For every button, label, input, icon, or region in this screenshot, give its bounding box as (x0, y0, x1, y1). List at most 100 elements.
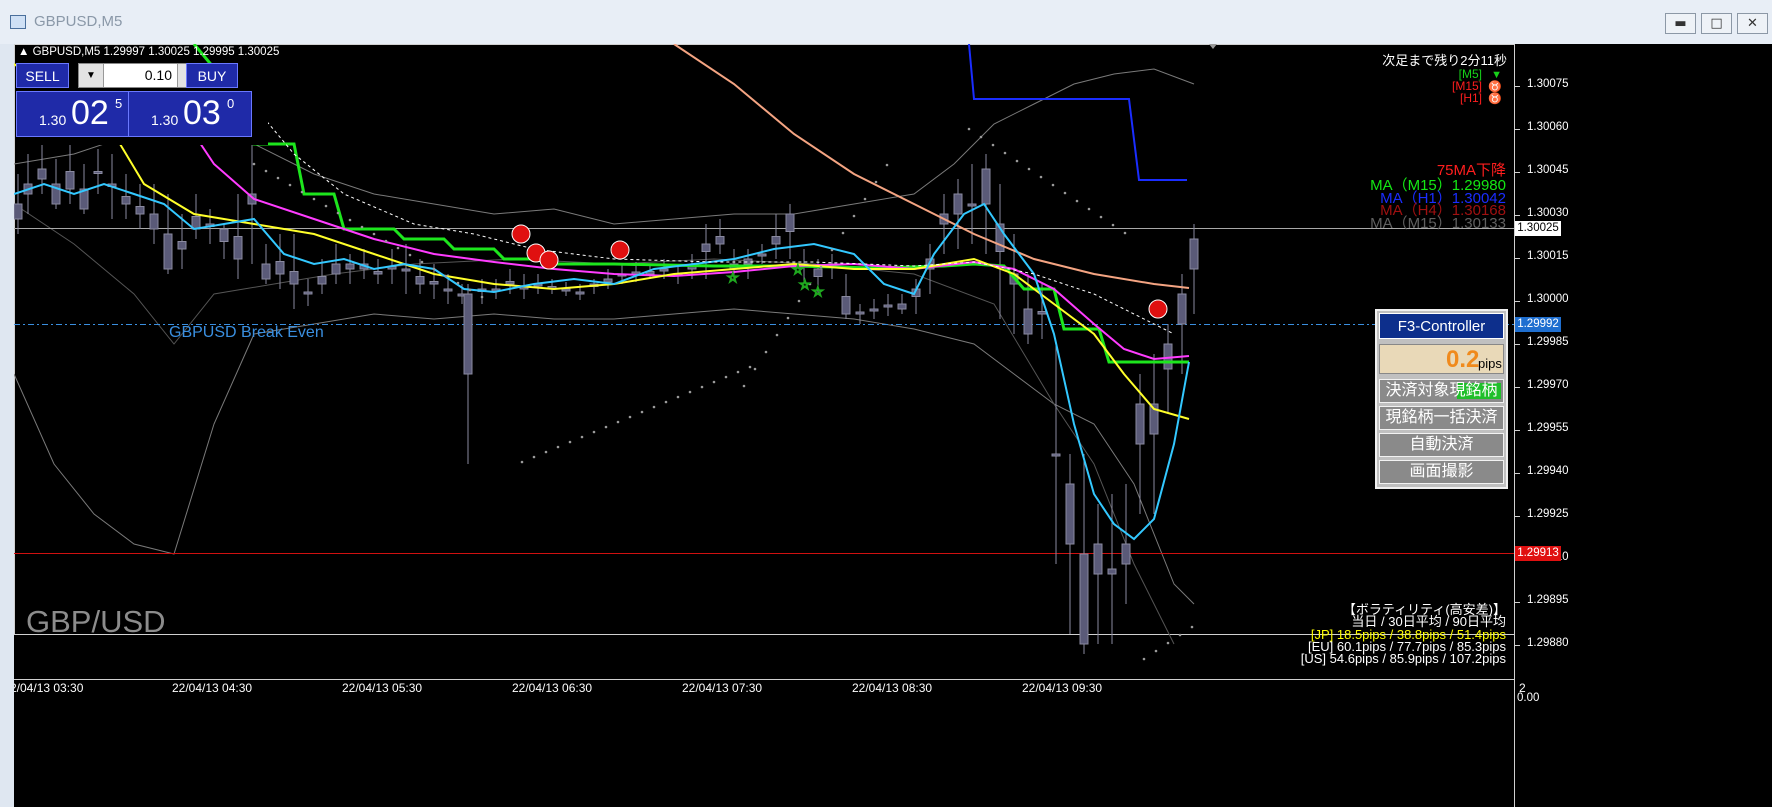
candle-body (415, 276, 425, 285)
f3-pips-value: 0.2 (1446, 346, 1480, 373)
sar-dot (874, 180, 878, 184)
sar-dot (676, 395, 680, 399)
sell-price-prefix: 1.30 (39, 112, 67, 128)
time-axis-right-label: 2 (1519, 681, 1526, 695)
sar-dot (556, 445, 560, 449)
candle-body (1121, 543, 1131, 565)
sar-dot (1039, 175, 1043, 179)
red-level-price-tag: 1.29913 (1515, 546, 1561, 561)
sar-dot (775, 333, 779, 337)
close-all-symbol-button[interactable]: 現銘柄一括決済 (1379, 406, 1504, 430)
candle-body (37, 168, 47, 180)
sar-dot (628, 415, 632, 419)
sar-dot (568, 440, 572, 444)
sar-dot (580, 435, 584, 439)
sar-dot (348, 218, 352, 222)
candle-body (1037, 311, 1047, 315)
sell-price-fraction: 5 (115, 96, 123, 111)
buy-signal-marker: ☆ (799, 278, 811, 293)
sar-dot (753, 367, 757, 371)
sell-price-box[interactable]: 1.30 02 5 (16, 91, 140, 137)
sar-dot (604, 425, 608, 429)
sar-dot (1015, 159, 1019, 163)
candle-body (981, 168, 991, 205)
sar-dot (456, 281, 460, 285)
candle-body (1093, 543, 1103, 575)
parabolic-sar (252, 127, 1194, 661)
sar-dot (544, 450, 548, 454)
buy-signal-marker: ☆ (792, 263, 804, 278)
ma-blue-step (968, 44, 1187, 181)
candle-body (303, 291, 313, 295)
sar-dot (1123, 231, 1127, 235)
candle-body (177, 241, 187, 250)
sar-dot (468, 288, 472, 292)
candle-body (331, 263, 341, 275)
symbol-info: ▲ GBPUSD,M5 1.29997 1.30025 1.29995 1.30… (18, 46, 280, 58)
screenshot-button[interactable]: 画面撮影 (1379, 460, 1504, 484)
f3-controller-title: F3-Controller (1379, 313, 1504, 339)
price-axis-label: 1.30000 (1527, 293, 1569, 305)
auto-settle-button[interactable]: 自動決済 (1379, 433, 1504, 457)
candle-body (1135, 403, 1145, 445)
sar-dot (1190, 625, 1194, 629)
sar-dot (520, 460, 524, 464)
sar-dot (736, 370, 740, 374)
candle-body (233, 236, 243, 260)
sar-dot (408, 253, 412, 257)
price-chart[interactable]: ☆ ☆ ☆ ☆ ▲ GBPUSD,M5 1.29997 1.30025 1.29… (14, 44, 1772, 807)
candle-body (575, 291, 585, 295)
sell-button[interactable]: SELL (16, 63, 69, 88)
timeframe-trend-list: [M5] [M15] [H1] (1452, 68, 1482, 104)
symbol-watermark: GBP/USD (26, 604, 166, 639)
volatility-panel: 【ボラティリティ(高安差)】 当日 / 30日平均 / 90日平均 [JP] 1… (1301, 603, 1506, 666)
price-axis-tick (1515, 129, 1520, 130)
settle-target-button[interactable]: 決済対象現銘柄 (1379, 379, 1504, 403)
sar-dot (324, 204, 328, 208)
settle-target-label: 決済対象現銘柄 (1385, 382, 1498, 399)
ma-info-list: MA（M15）1.29980 MA（H1）1.30042 MA（H4）1.301… (1370, 178, 1506, 230)
ma-salmon (673, 44, 1190, 289)
candle-series (14, 139, 1199, 654)
sar-dot (1142, 657, 1146, 661)
sar-dot (276, 176, 280, 180)
sar-dot (336, 211, 340, 215)
chart-window: GBPUSD,M5 ▬ □ ✕ ☆ ☆ ☆ ☆ ▲ GBPUSD,M5 1.29… (0, 0, 1772, 807)
sar-dot (748, 365, 752, 369)
sar-dot (432, 267, 436, 271)
time-axis-label: 22/04/13 07:30 (682, 681, 763, 695)
minimize-button[interactable]: ▬ (1665, 13, 1696, 34)
price-axis-label: 1.29895 (1527, 594, 1569, 606)
trend-up-icon: ▼ (1491, 69, 1502, 81)
current-bar-marker (1209, 44, 1217, 49)
lot-size-field[interactable]: ▼ 0.10 ▲ (78, 63, 203, 88)
time-axis-label: 22/04/13 04:30 (172, 681, 253, 695)
sar-dot (688, 390, 692, 394)
candle-body (603, 278, 613, 283)
candle-body (1189, 238, 1199, 270)
sar-dot (863, 197, 867, 201)
price-axis-tick (1515, 215, 1520, 216)
maximize-button[interactable]: □ (1701, 13, 1732, 34)
candle-body (65, 171, 75, 190)
price-axis-tick (1515, 516, 1520, 517)
lot-decrease-button[interactable]: ▼ (79, 64, 104, 87)
candle-body (967, 203, 977, 207)
trend-down-icon: ♉ (1488, 93, 1502, 105)
sar-dot (841, 231, 845, 235)
candle-body (883, 304, 893, 308)
candle-body (841, 296, 851, 315)
candle-body (135, 206, 145, 215)
sell-signal-marker (610, 240, 630, 260)
candle-body (659, 268, 669, 272)
sar-dot (1027, 167, 1031, 171)
buy-price-box[interactable]: 1.30 03 0 (128, 91, 252, 137)
close-button[interactable]: ✕ (1737, 13, 1768, 34)
candle-body (953, 193, 963, 215)
sar-dot (819, 265, 823, 269)
price-axis-tick (1515, 602, 1520, 603)
price-axis-label: 1.29970 (1527, 379, 1569, 391)
buy-button[interactable]: BUY (186, 63, 238, 88)
sar-dot (396, 246, 400, 250)
candle-body (715, 236, 725, 245)
